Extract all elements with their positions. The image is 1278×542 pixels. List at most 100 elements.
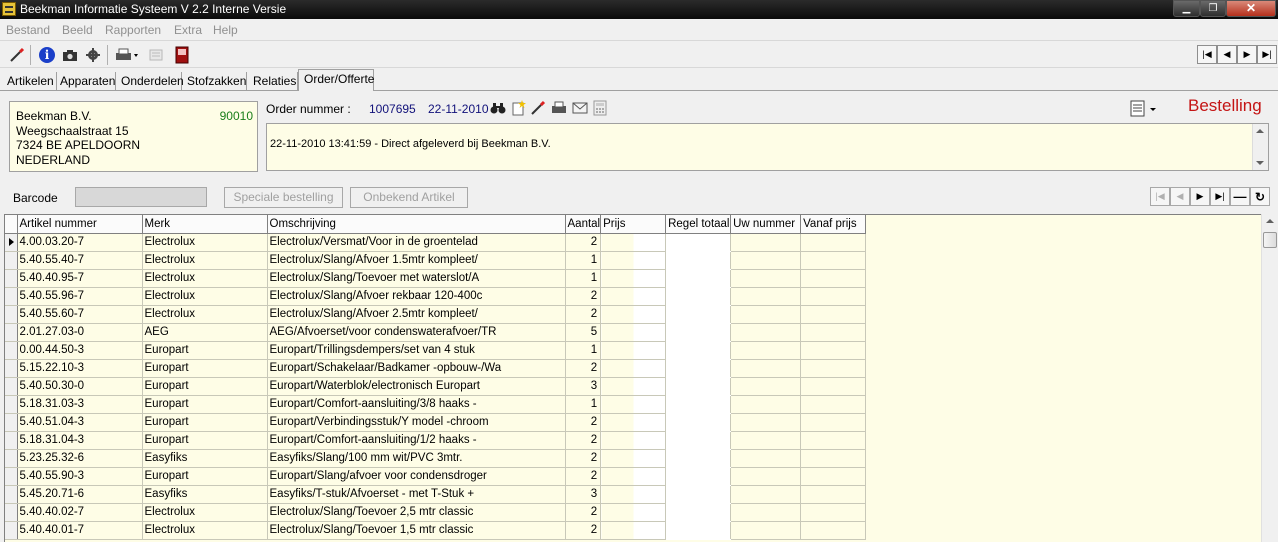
cell-vanaf-prijs[interactable] [800, 503, 867, 522]
table-row[interactable]: 5.40.40.95-7 Electrolux Electrolux/Slang/T… [5, 269, 867, 288]
cell-regel-totaal[interactable] [665, 377, 732, 396]
cell-aantal[interactable]: 1 [565, 395, 602, 414]
cell-prijs[interactable] [600, 341, 667, 360]
cell-prijs[interactable] [600, 305, 667, 324]
cell-vanaf-prijs[interactable] [800, 287, 867, 306]
grid-next-button[interactable]: ▶ [1190, 187, 1210, 206]
table-row[interactable]: 5.40.55.96-7 Electrolux Electrolux/Slang/A… [5, 287, 867, 306]
cell-merk[interactable]: Electrolux [142, 287, 268, 306]
cell-vanaf-prijs[interactable] [800, 467, 867, 486]
cell-merk[interactable]: Europart [142, 467, 268, 486]
cell-omschrijving[interactable]: Electrolux/Slang/Toevoer 2,5 mtr classic [267, 503, 566, 522]
cell-merk[interactable]: Electrolux [142, 305, 268, 324]
cell-regel-totaal[interactable] [665, 323, 732, 342]
app-icon[interactable] [2, 2, 16, 16]
cell-vanaf-prijs[interactable] [800, 341, 867, 360]
grid-delete-button[interactable]: — [1230, 187, 1250, 206]
table-row[interactable]: 5.23.25.32-6 Easyfiks Easyfiks/Slang/100 m… [5, 449, 867, 468]
cell-merk[interactable]: Europart [142, 413, 268, 432]
first-record-button[interactable]: |◀ [1197, 45, 1217, 64]
cell-artikel-nummer[interactable]: 5.18.31.03-3 [17, 395, 143, 414]
cell-prijs[interactable] [600, 467, 667, 486]
cell-artikel-nummer[interactable]: 2.01.27.03-0 [17, 323, 143, 342]
cell-regel-totaal[interactable] [665, 287, 732, 306]
cell-prijs[interactable] [600, 449, 667, 468]
cell-artikel-nummer[interactable]: 5.40.50.30-0 [17, 377, 143, 396]
cell-omschrijving[interactable]: Europart/Comfort-aansluiting/1/2 haaks - [267, 431, 566, 450]
cell-merk[interactable]: Europart [142, 341, 268, 360]
new-document-icon[interactable] [509, 99, 527, 117]
cell-regel-totaal[interactable] [665, 233, 732, 252]
cell-artikel-nummer[interactable]: 5.40.40.01-7 [17, 521, 143, 540]
cell-prijs[interactable] [600, 503, 667, 522]
cell-uw-nummer[interactable] [730, 521, 802, 540]
cell-uw-nummer[interactable] [730, 449, 802, 468]
cell-omschrijving[interactable]: Europart/Waterblok/electronisch Europart [267, 377, 566, 396]
cell-aantal[interactable]: 2 [565, 449, 602, 468]
cell-regel-totaal[interactable] [665, 431, 732, 450]
cell-omschrijving[interactable]: AEG/Afvoerset/voor condenswaterafvoer/TR [267, 323, 566, 342]
cell-merk[interactable]: Electrolux [142, 521, 268, 540]
column-header-prijs[interactable]: Prijs [600, 215, 667, 234]
last-record-button[interactable]: ▶| [1257, 45, 1277, 64]
special-order-button[interactable]: Speciale bestelling [224, 187, 343, 208]
tab-onderdelen[interactable]: Onderdelen [116, 72, 184, 90]
export-icon[interactable] [146, 45, 166, 65]
column-header-omschrijving[interactable]: Omschrijving [267, 215, 566, 234]
cell-regel-totaal[interactable] [665, 413, 732, 432]
cell-merk[interactable]: Easyfiks [142, 485, 268, 504]
table-row[interactable]: 5.18.31.03-3 Europart Europart/Comfort-aan… [5, 395, 867, 414]
table-row[interactable]: 2.01.27.03-0 AEG AEG/Afvoerset/voor conden… [5, 323, 867, 342]
scroll-up-icon[interactable] [1266, 219, 1274, 223]
cell-vanaf-prijs[interactable] [800, 305, 867, 324]
cell-regel-totaal[interactable] [665, 521, 732, 540]
cell-omschrijving[interactable]: Electrolux/Versmat/Voor in de groentelad [267, 233, 566, 252]
cell-aantal[interactable]: 1 [565, 269, 602, 288]
menu-help[interactable]: Help [213, 23, 238, 37]
cell-vanaf-prijs[interactable] [800, 377, 867, 396]
cell-aantal[interactable]: 2 [565, 431, 602, 450]
cell-vanaf-prijs[interactable] [800, 431, 867, 450]
cell-vanaf-prijs[interactable] [800, 449, 867, 468]
table-row[interactable]: 5.40.55.60-7 Electrolux Electrolux/Slang/A… [5, 305, 867, 324]
cell-aantal[interactable]: 2 [565, 287, 602, 306]
cell-omschrijving[interactable]: Europart/Slang/afvoer voor condensdroger [267, 467, 566, 486]
cell-uw-nummer[interactable] [730, 377, 802, 396]
cell-omschrijving[interactable]: Europart/Trillingsdempers/set van 4 stuk [267, 341, 566, 360]
cell-aantal[interactable]: 5 [565, 323, 602, 342]
cell-merk[interactable]: Europart [142, 359, 268, 378]
column-header-regel-totaal[interactable]: Regel totaal [665, 215, 732, 234]
cell-artikel-nummer[interactable]: 5.45.20.71-6 [17, 485, 143, 504]
envelope-icon[interactable] [571, 99, 589, 117]
cell-aantal[interactable]: 2 [565, 233, 602, 252]
cell-uw-nummer[interactable] [730, 305, 802, 324]
cell-regel-totaal[interactable] [665, 269, 732, 288]
cell-merk[interactable]: Europart [142, 395, 268, 414]
barcode-input[interactable] [75, 187, 207, 207]
cell-omschrijving[interactable]: Easyfiks/Slang/100 mm wit/PVC 3mtr. [267, 449, 566, 468]
cell-artikel-nummer[interactable]: 5.40.40.02-7 [17, 503, 143, 522]
minimize-button[interactable]: ▁ [1173, 0, 1200, 17]
cell-merk[interactable]: Electrolux [142, 503, 268, 522]
cell-uw-nummer[interactable] [730, 467, 802, 486]
cell-artikel-nummer[interactable]: 5.40.40.95-7 [17, 269, 143, 288]
cell-aantal[interactable]: 2 [565, 413, 602, 432]
cell-aantal[interactable]: 2 [565, 503, 602, 522]
tab-order-offerte[interactable]: Order/Offerte [298, 69, 374, 91]
table-row[interactable]: 5.15.22.10-3 Europart Europart/Schakelaar/… [5, 359, 867, 378]
menu-rapporten[interactable]: Rapporten [105, 23, 161, 37]
cell-artikel-nummer[interactable]: 5.23.25.32-6 [17, 449, 143, 468]
previous-record-button[interactable]: ◀ [1217, 45, 1237, 64]
cell-vanaf-prijs[interactable] [800, 323, 867, 342]
cell-artikel-nummer[interactable]: 0.00.44.50-3 [17, 341, 143, 360]
cell-merk[interactable]: Electrolux [142, 269, 268, 288]
cell-aantal[interactable]: 2 [565, 467, 602, 486]
cell-uw-nummer[interactable] [730, 287, 802, 306]
cell-prijs[interactable] [600, 359, 667, 378]
cell-aantal[interactable]: 1 [565, 341, 602, 360]
table-row[interactable]: 4.00.03.20-7 Electrolux Electrolux/Versmat… [5, 233, 867, 252]
tab-artikelen[interactable]: Artikelen [3, 72, 57, 90]
cell-vanaf-prijs[interactable] [800, 269, 867, 288]
menu-beeld[interactable]: Beeld [62, 23, 93, 37]
grid-scrollbar[interactable] [1261, 214, 1278, 542]
